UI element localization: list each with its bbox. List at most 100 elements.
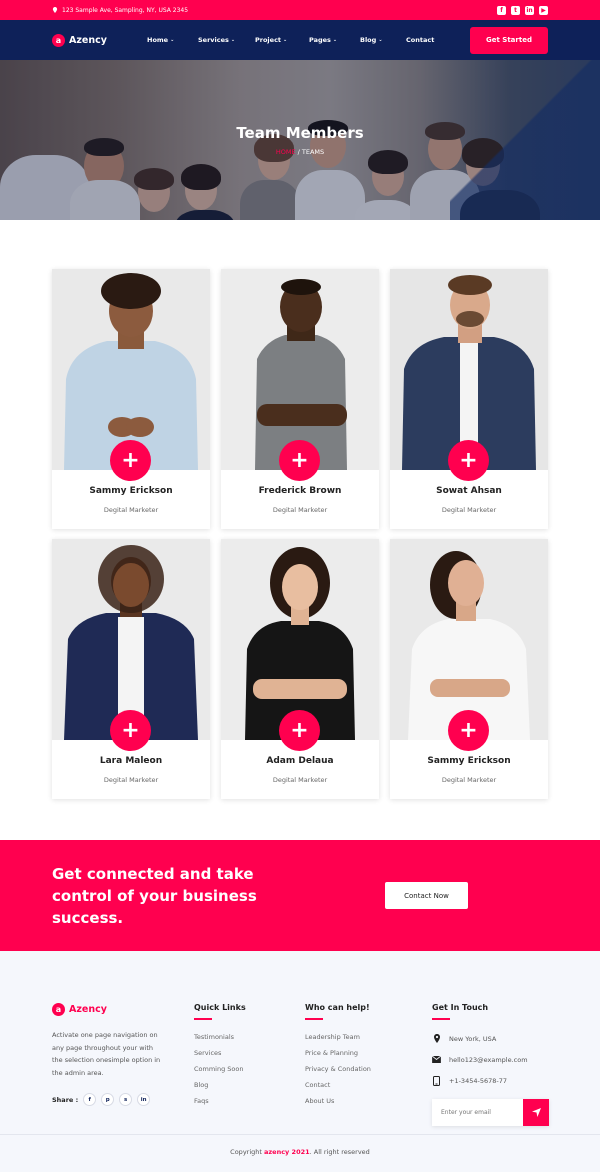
plus-icon[interactable]: +	[279, 710, 320, 751]
footer-heading: Quick Links	[194, 1003, 246, 1012]
footer-link[interactable]: Price & Planning	[305, 1049, 371, 1065]
nav-item-blog[interactable]: Blog ⌄	[360, 36, 406, 44]
footer-link[interactable]: Comming Soon	[194, 1065, 246, 1081]
linkedin-icon[interactable]: in	[525, 5, 534, 15]
phone-text[interactable]: +1-3454-5678-77	[449, 1077, 507, 1085]
newsletter-form	[432, 1099, 549, 1126]
breadcrumb: HOME / TEAMS	[0, 148, 600, 156]
nav-item-label: Project	[255, 36, 282, 44]
contact-location: New York, USA	[432, 1028, 549, 1049]
footer-link[interactable]: Contact	[305, 1081, 371, 1097]
member-role: Degital Marketer	[272, 506, 328, 514]
nav-item-label: Contact	[406, 36, 435, 44]
member-name: Sammy Erickson	[427, 756, 511, 766]
footer-logo[interactable]: a Azency	[52, 1003, 162, 1016]
logo-mark: a	[52, 33, 65, 47]
logo-text: Azency	[69, 1004, 107, 1015]
team-card[interactable]: + Frederick Brown Degital Marketer	[221, 269, 379, 529]
nav-item-label: Services	[198, 36, 229, 44]
skype-icon[interactable]: s	[119, 1093, 133, 1106]
footer-contact: Get In Touch New York, USA hello123@exam…	[432, 1003, 549, 1126]
footer-heading: Who can help!	[305, 1003, 370, 1012]
heading-underline	[194, 1018, 212, 1020]
contact-now-button[interactable]: Contact Now	[385, 882, 468, 909]
footer-link[interactable]: Testimonials	[194, 1033, 246, 1049]
nav-item-label: Home	[147, 36, 169, 44]
chevron-down-icon: ⌄	[283, 37, 288, 43]
location-pin-icon	[52, 7, 58, 13]
nav-item-services[interactable]: Services ⌄	[198, 36, 255, 44]
get-started-button[interactable]: Get Started	[470, 26, 548, 54]
footer-description: Activate one page navigation on any page…	[52, 1031, 161, 1077]
member-name: Lara Maleon	[99, 756, 163, 766]
nav-item-contact[interactable]: Contact	[406, 36, 456, 44]
nav-item-label: Pages	[309, 36, 331, 44]
mail-icon	[432, 1055, 441, 1064]
footer-link[interactable]: Services	[194, 1049, 246, 1065]
footer-about: a Azency Activate one page navigation on…	[52, 1003, 162, 1106]
twitter-icon[interactable]: t	[511, 5, 520, 15]
email-text[interactable]: hello123@example.com	[449, 1056, 528, 1064]
copyright-suffix: . All right reserved	[309, 1148, 370, 1156]
page-title: Team Members	[236, 124, 364, 142]
social-links: f t in ▶	[497, 5, 548, 15]
plus-icon[interactable]: +	[110, 710, 151, 751]
breadcrumb-current: TEAMS	[301, 148, 325, 156]
member-role: Degital Marketer	[103, 776, 159, 784]
logo[interactable]: a Azency	[52, 33, 147, 47]
nav-item-home[interactable]: Home ⌄	[147, 36, 198, 44]
member-name: Sowat Ahsan	[436, 486, 502, 496]
send-icon[interactable]	[523, 1099, 549, 1126]
youtube-icon[interactable]: ▶	[539, 5, 548, 15]
plus-icon[interactable]: +	[279, 440, 320, 481]
nav-item-label: Blog	[360, 36, 377, 44]
footer-heading: Get In Touch	[432, 1003, 489, 1012]
main-nav: a Azency Home ⌄ Services ⌄ Project ⌄ Pages ⌄…	[0, 20, 600, 60]
team-card[interactable]: + Sowat Ahsan Degital Marketer	[390, 269, 548, 529]
share-label: Share :	[52, 1095, 79, 1104]
cta-heading: Get connected and take control of your b…	[52, 865, 257, 927]
email-input[interactable]	[432, 1099, 523, 1126]
hero-banner: Team Members HOME / TEAMS	[0, 60, 600, 220]
breadcrumb-home[interactable]: HOME	[276, 148, 296, 156]
contact-phone: +1-3454-5678-77	[432, 1070, 549, 1091]
member-name: Sammy Erickson	[89, 486, 173, 496]
nav-item-pages[interactable]: Pages ⌄	[309, 36, 360, 44]
team-card[interactable]: + Lara Maleon Degital Marketer	[52, 539, 210, 799]
copyright: Copyright azency 2021. All right reserve…	[0, 1148, 600, 1156]
heading-underline	[305, 1018, 323, 1020]
chevron-down-icon: ⌄	[332, 37, 338, 43]
footer-link[interactable]: About Us	[305, 1097, 371, 1113]
contact-email: hello123@example.com	[432, 1049, 549, 1070]
footer-quick-links: Quick Links Testimonials Services Commin…	[194, 1003, 246, 1113]
footer-link[interactable]: Blog	[194, 1081, 246, 1097]
member-role: Degital Marketer	[103, 506, 159, 514]
plus-icon[interactable]: +	[448, 440, 489, 481]
cta-banner: Get connected and take control of your b…	[0, 840, 600, 951]
nav-item-project[interactable]: Project ⌄	[255, 36, 309, 44]
facebook-icon[interactable]: f	[497, 5, 506, 15]
plus-icon[interactable]: +	[110, 440, 151, 481]
linkedin-icon[interactable]: in	[137, 1093, 151, 1106]
chevron-down-icon: ⌄	[378, 37, 383, 43]
footer-link[interactable]: Leadership Team	[305, 1033, 371, 1049]
copyright-brand[interactable]: azency 2021	[264, 1148, 310, 1156]
address: 123 Sample Ave, Sampling, NY, USA 2345	[52, 7, 188, 14]
footer-divider	[0, 1134, 600, 1135]
pinterest-icon[interactable]: p	[101, 1093, 115, 1106]
footer-help-links: Who can help! Leadership Team Price & Pl…	[305, 1003, 371, 1113]
footer-link[interactable]: Faqs	[194, 1097, 246, 1113]
member-role: Degital Marketer	[441, 506, 497, 514]
logo-text: Azency	[69, 34, 107, 46]
phone-icon	[432, 1075, 441, 1086]
team-card[interactable]: + Sammy Erickson Degital Marketer	[390, 539, 548, 799]
address-text: 123 Sample Ave, Sampling, NY, USA 2345	[62, 6, 189, 14]
facebook-icon[interactable]: f	[83, 1093, 97, 1106]
team-card[interactable]: + Adam Delaua Degital Marketer	[221, 539, 379, 799]
plus-icon[interactable]: +	[448, 710, 489, 751]
team-card[interactable]: + Sammy Erickson Degital Marketer	[52, 269, 210, 529]
copyright-prefix: Copyright	[230, 1148, 264, 1156]
footer-link[interactable]: Privacy & Condation	[305, 1065, 371, 1081]
heading-underline	[432, 1018, 450, 1020]
logo-mark: a	[52, 1003, 65, 1016]
